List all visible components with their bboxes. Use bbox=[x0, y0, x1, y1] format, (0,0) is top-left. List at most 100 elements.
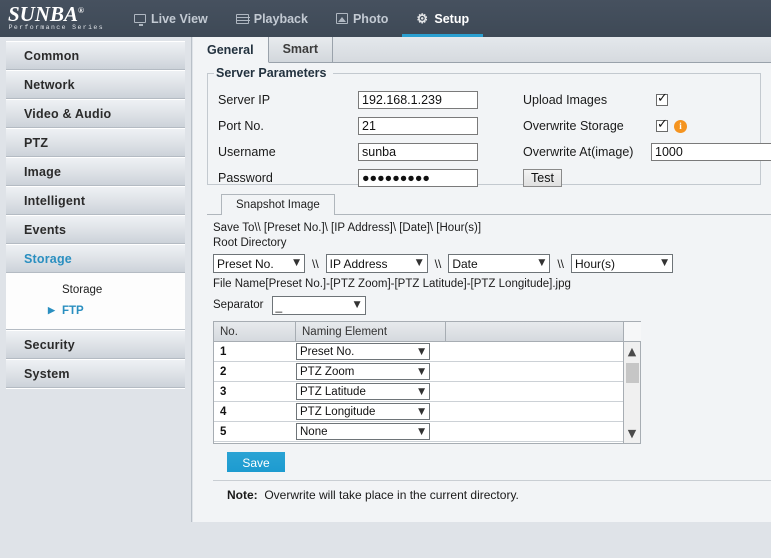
naming-element-select-5[interactable]: None ▼ bbox=[296, 423, 430, 440]
column-header-blank bbox=[446, 322, 623, 341]
tab-general[interactable]: General bbox=[193, 37, 269, 63]
nav-live-view[interactable]: Live View bbox=[120, 0, 222, 37]
scroll-down-icon[interactable]: ▼ bbox=[628, 427, 636, 441]
row-element-cell: None ▼ bbox=[296, 423, 446, 440]
scrollbar-corner bbox=[623, 322, 641, 342]
directory-select-3[interactable]: Date ▼ bbox=[448, 254, 551, 273]
table-row: 4 PTZ Longitude ▼ bbox=[214, 402, 623, 422]
sidebar-item-label: System bbox=[24, 366, 70, 381]
field-server-ip: Server IP bbox=[218, 87, 518, 113]
sidebar-item-storage[interactable]: Storage bbox=[6, 244, 185, 273]
nav-photo-label: Photo bbox=[352, 11, 389, 26]
port-no-input[interactable] bbox=[358, 117, 478, 135]
save-button[interactable]: Save bbox=[227, 452, 285, 472]
field-overwrite-at: Overwrite At(image) bbox=[523, 139, 771, 165]
nav-setup-label: Setup bbox=[434, 11, 470, 26]
separator-select[interactable]: _ ▼ bbox=[271, 296, 366, 315]
scrollbar-thumb[interactable] bbox=[625, 363, 639, 383]
separator-row: Separator _ ▼ bbox=[213, 296, 771, 315]
password-input[interactable] bbox=[358, 169, 478, 187]
sidebar-subitem-ftp[interactable]: ▶ FTP bbox=[6, 300, 185, 321]
nav-photo[interactable]: Photo bbox=[322, 0, 402, 37]
sidebar-item-label: Security bbox=[24, 337, 75, 352]
username-input[interactable] bbox=[358, 143, 478, 161]
nav-playback[interactable]: Playback bbox=[222, 0, 322, 37]
sidebar-item-common[interactable]: Common bbox=[6, 41, 185, 70]
sidebar-subitem-storage[interactable]: Storage bbox=[6, 279, 185, 300]
directory-select-1-value: Preset No. bbox=[217, 256, 274, 271]
tab-smart[interactable]: Smart bbox=[268, 37, 333, 62]
separator-select-value: _ bbox=[275, 298, 283, 313]
sidebar-item-intelligent[interactable]: Intelligent bbox=[6, 186, 185, 215]
column-header-no: No. bbox=[214, 322, 296, 341]
sidebar-item-network[interactable]: Network bbox=[6, 70, 185, 99]
gear-icon: ⚙ bbox=[416, 10, 429, 26]
info-icon[interactable]: i bbox=[674, 119, 687, 133]
naming-element-select-4[interactable]: PTZ Longitude ▼ bbox=[296, 403, 430, 420]
server-parameters-legend: Server Parameters bbox=[214, 66, 331, 80]
app-header: SUNBA® Performance Series Live View Play… bbox=[0, 0, 771, 37]
directory-select-2[interactable]: IP Address ▼ bbox=[325, 254, 428, 273]
directory-select-row: Preset No. ▼ \\ IP Address ▼ \\ Date ▼ \\ H… bbox=[213, 254, 771, 273]
upload-images-checkbox[interactable] bbox=[656, 91, 668, 106]
note-label: Note: bbox=[227, 488, 258, 502]
directory-select-4[interactable]: Hour(s) ▼ bbox=[571, 254, 674, 273]
sidebar-item-label: Image bbox=[24, 164, 62, 179]
server-parameters-left-column: Server IP Port No. Username Password bbox=[218, 87, 518, 191]
overwrite-storage-label: Overwrite Storage bbox=[523, 119, 624, 133]
tab-snapshot-image-label: Snapshot Image bbox=[236, 199, 320, 211]
row-element-cell: PTZ Longitude ▼ bbox=[296, 403, 446, 420]
tab-snapshot-image[interactable]: Snapshot Image bbox=[221, 194, 335, 215]
monitor-icon bbox=[134, 14, 146, 26]
content-tabbar: General Smart bbox=[193, 37, 771, 63]
row-element-cell: PTZ Latitude ▼ bbox=[296, 383, 446, 400]
naming-element-select-3[interactable]: PTZ Latitude ▼ bbox=[296, 383, 430, 400]
directory-select-2-value: IP Address bbox=[329, 256, 388, 271]
registered-mark: ® bbox=[78, 6, 85, 15]
chevron-down-icon: ▼ bbox=[538, 258, 546, 268]
sidebar-item-ptz[interactable]: PTZ bbox=[6, 128, 185, 157]
tab-general-label: General bbox=[207, 43, 254, 57]
naming-element-select-5-value: None bbox=[300, 425, 328, 438]
naming-element-select-2[interactable]: PTZ Zoom ▼ bbox=[296, 363, 430, 380]
sidebar-item-label: Intelligent bbox=[24, 193, 86, 208]
note-divider bbox=[213, 480, 771, 481]
page-body: Common Network Video & Audio PTZ Image I… bbox=[0, 37, 771, 558]
chevron-down-icon: ▼ bbox=[418, 367, 425, 377]
row-no: 2 bbox=[220, 365, 227, 378]
chevron-down-icon: ▼ bbox=[418, 347, 425, 357]
directory-select-1[interactable]: Preset No. ▼ bbox=[213, 254, 305, 273]
naming-element-table: No. Naming Element 1 Preset No. ▼ 2 PTZ Z… bbox=[213, 321, 641, 444]
sidebar-item-security[interactable]: Security bbox=[6, 330, 185, 359]
row-element-cell: PTZ Zoom ▼ bbox=[296, 363, 446, 380]
nav-setup[interactable]: ⚙ Setup bbox=[402, 0, 483, 37]
server-ip-label: Server IP bbox=[218, 93, 271, 107]
directory-select-4-value: Hour(s) bbox=[575, 256, 616, 271]
test-button[interactable]: Test bbox=[523, 169, 562, 187]
server-ip-input[interactable] bbox=[358, 91, 478, 109]
sidebar-item-video-audio[interactable]: Video & Audio bbox=[6, 99, 185, 128]
snapshot-image-panel: Snapshot Image Save To\\ [Preset No.]\ [… bbox=[207, 193, 771, 502]
tab-smart-label: Smart bbox=[282, 42, 318, 56]
upload-images-label: Upload Images bbox=[523, 93, 608, 107]
sidebar: Common Network Video & Audio PTZ Image I… bbox=[0, 37, 192, 558]
chevron-down-icon: ▼ bbox=[418, 387, 425, 397]
sidebar-item-image[interactable]: Image bbox=[6, 157, 185, 186]
sidebar-item-events[interactable]: Events bbox=[6, 215, 185, 244]
sidebar-item-system[interactable]: System bbox=[6, 359, 185, 388]
port-no-label: Port No. bbox=[218, 119, 264, 133]
logo-brand-text: SUNBA bbox=[8, 2, 79, 26]
nav-playback-label: Playback bbox=[253, 11, 308, 26]
overwrite-at-input[interactable] bbox=[651, 143, 771, 161]
row-no: 1 bbox=[220, 345, 227, 358]
overwrite-storage-checkbox[interactable] bbox=[656, 117, 668, 132]
chevron-down-icon: ▼ bbox=[353, 300, 361, 310]
path-separator-1: \\ bbox=[312, 256, 319, 271]
path-separator-3: \\ bbox=[557, 256, 565, 271]
field-port-no: Port No. bbox=[218, 113, 518, 139]
scroll-up-icon[interactable]: ▲ bbox=[628, 345, 636, 359]
row-no: 5 bbox=[220, 425, 227, 438]
naming-element-select-1[interactable]: Preset No. ▼ bbox=[296, 343, 430, 360]
sidebar-item-label: Video & Audio bbox=[24, 106, 112, 121]
table-vertical-scrollbar[interactable]: ▲ ▼ bbox=[623, 322, 641, 443]
